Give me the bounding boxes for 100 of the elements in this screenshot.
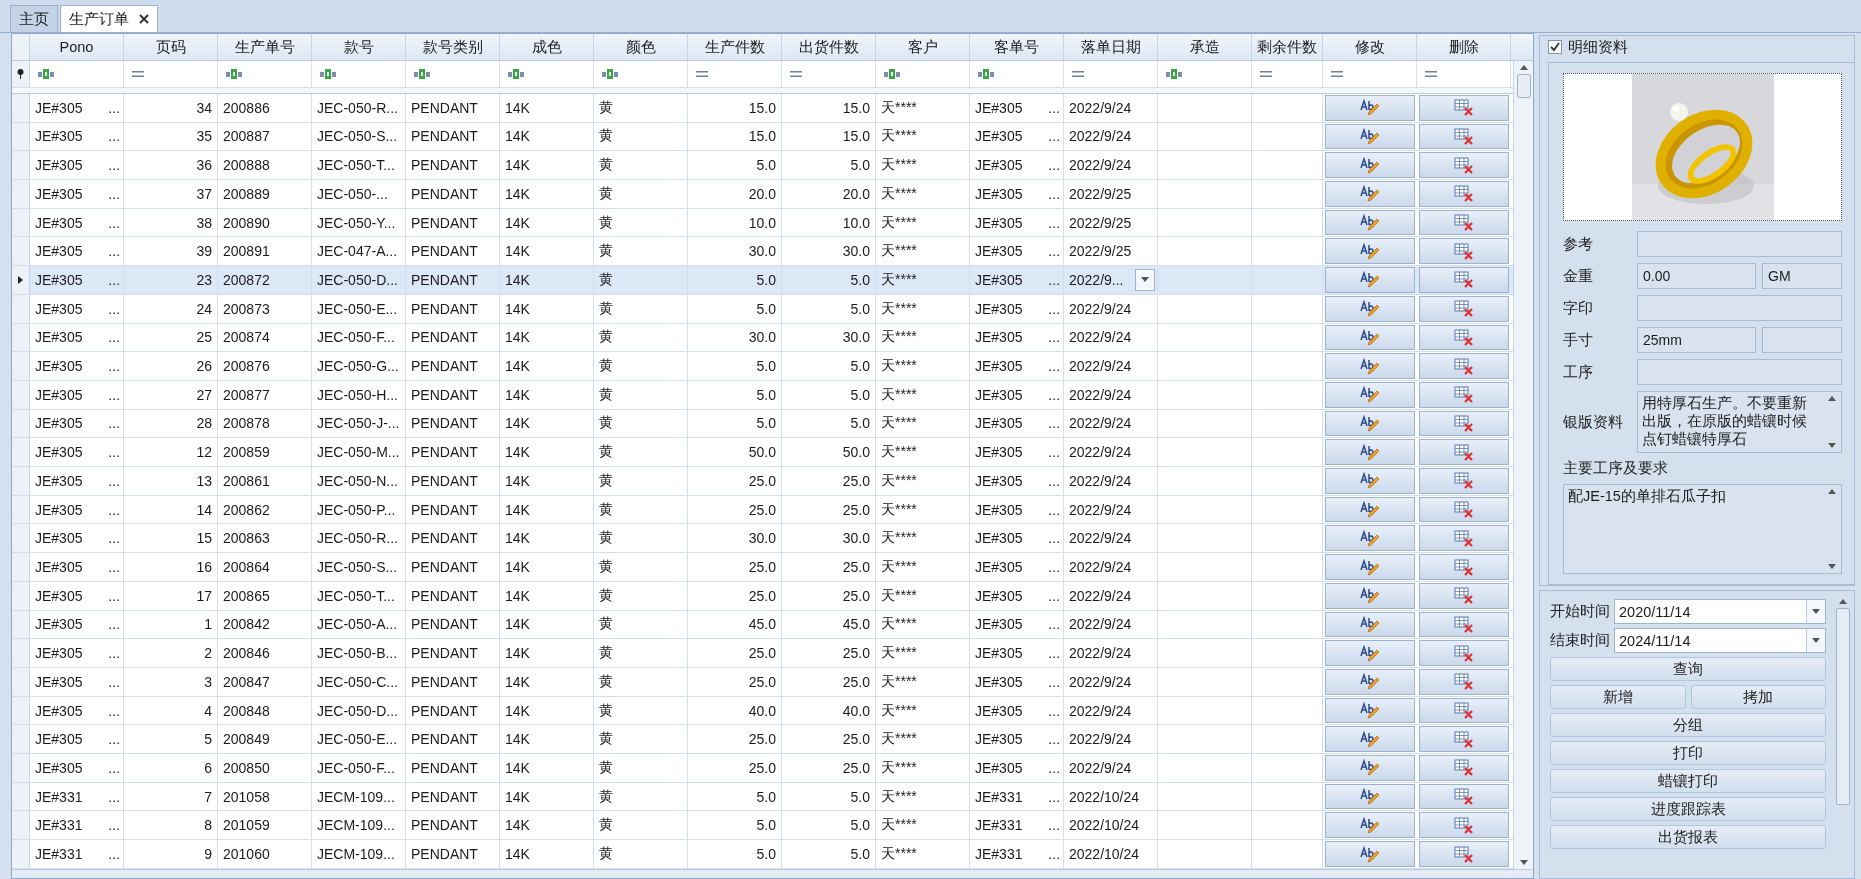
horizontal-scrollbar[interactable] — [12, 869, 1533, 878]
edit-button[interactable] — [1325, 324, 1415, 351]
action-button[interactable]: 分组 — [1550, 713, 1826, 737]
table-row[interactable]: JE#305 ... 12 200859 JEC-050-M... PENDANT 14K 黄 50.0 50.0 天**** JE#305 ... 2022/9/24 — [12, 438, 1513, 468]
scroll-up-icon[interactable] — [1828, 396, 1836, 401]
table-row[interactable]: JE#305 ... 23 200872 JEC-050-D... PENDANT 14K 黄 5.0 5.0 天**** JE#305 ... 2022/9... — [12, 266, 1513, 295]
table-row[interactable]: JE#305 ... 5 200849 JEC-050-E... PENDANT 14K 黄 25.0 25.0 天**** JE#305 ... 2022/9/24 — [12, 725, 1513, 755]
action-button[interactable]: 出货报表 — [1550, 825, 1826, 849]
table-row[interactable]: JE#305 ... 2 200846 JEC-050-B... PENDANT 14K 黄 25.0 25.0 天**** JE#305 ... 2022/9/24 — [12, 639, 1513, 668]
delete-button[interactable] — [1419, 640, 1509, 666]
tab[interactable]: 生产订单 — [60, 5, 158, 32]
column-header[interactable]: 成色 — [500, 34, 594, 60]
edit-button[interactable] — [1325, 783, 1415, 810]
column-header[interactable]: Pono — [30, 34, 124, 60]
delete-button[interactable] — [1419, 123, 1509, 150]
edit-button[interactable] — [1325, 267, 1415, 293]
delete-button[interactable] — [1419, 812, 1509, 839]
column-header[interactable]: 款号 — [312, 34, 406, 60]
delete-button[interactable] — [1419, 554, 1509, 580]
text-field[interactable] — [1637, 295, 1842, 321]
scrollbar[interactable] — [1513, 61, 1533, 869]
edit-button[interactable] — [1325, 525, 1415, 552]
column-header[interactable]: 承造 — [1158, 34, 1252, 60]
caret-down-icon[interactable] — [1812, 609, 1820, 614]
scroll-down-icon[interactable] — [1519, 860, 1528, 865]
delete-button[interactable] — [1419, 152, 1509, 178]
edit-button[interactable] — [1325, 697, 1415, 724]
text-field[interactable]: 25mm — [1637, 327, 1756, 353]
edit-button[interactable] — [1325, 468, 1415, 494]
edit-button[interactable] — [1325, 726, 1415, 753]
table-row[interactable]: JE#305 ... 39 200891 JEC-047-A... PENDANT 14K 黄 30.0 30.0 天**** JE#305 ... 2022/9/25 — [12, 237, 1513, 267]
column-header[interactable]: 落单日期 — [1064, 34, 1158, 60]
column-header[interactable]: 客户 — [876, 34, 970, 60]
unit-field[interactable] — [1762, 327, 1842, 353]
delete-button[interactable] — [1419, 238, 1509, 265]
caret-down-icon[interactable] — [1141, 277, 1149, 283]
column-header[interactable]: 页码 — [124, 34, 218, 60]
column-header[interactable]: 颜色 — [594, 34, 688, 60]
edit-button[interactable] — [1325, 94, 1415, 121]
tab[interactable]: 主页 — [10, 5, 58, 32]
edit-button[interactable] — [1325, 611, 1415, 638]
dropdown-button[interactable] — [1135, 268, 1155, 291]
edit-button[interactable] — [1325, 439, 1415, 466]
column-header[interactable]: 删除 — [1417, 34, 1511, 60]
column-header[interactable]: 修改 — [1323, 34, 1417, 60]
delete-button[interactable] — [1419, 410, 1509, 437]
delete-button[interactable] — [1419, 783, 1509, 810]
checkbox[interactable] — [1548, 40, 1562, 54]
table-row[interactable]: JE#305 ... 17 200865 JEC-050-T... PENDANT 14K 黄 25.0 25.0 天**** JE#305 ... 2022/9/24 — [12, 581, 1513, 611]
edit-button[interactable] — [1325, 841, 1415, 867]
text-field[interactable] — [1637, 231, 1842, 257]
text-field[interactable] — [1637, 359, 1842, 385]
delete-button[interactable] — [1419, 381, 1509, 408]
delete-button[interactable] — [1419, 295, 1509, 322]
delete-button[interactable] — [1419, 755, 1509, 781]
table-row[interactable]: JE#305 ... 35 200887 JEC-050-S... PENDANT 14K 黄 15.0 15.0 天**** JE#305 ... 2022/9/24 — [12, 122, 1513, 152]
edit-button[interactable] — [1325, 123, 1415, 150]
action-button[interactable]: 进度跟踪表 — [1550, 797, 1826, 821]
memo-field[interactable]: 用特厚石生产。不要重新出版，在原版的蜡镶时候点钉蜡镶特厚石 — [1637, 391, 1842, 453]
delete-button[interactable] — [1419, 209, 1509, 236]
delete-button[interactable] — [1419, 525, 1509, 552]
caret-down-icon[interactable] — [1812, 638, 1820, 643]
scroll-thumb[interactable] — [1516, 74, 1531, 98]
table-row[interactable]: JE#331 ... 9 201060 JECM-109... PENDANT 14K 黄 5.0 5.0 天**** JE#331 ... 2022/10/24 — [12, 840, 1513, 869]
table-row[interactable]: JE#305 ... 16 200864 JEC-050-S... PENDANT 14K 黄 25.0 25.0 天**** JE#305 ... 2022/9/24 — [12, 553, 1513, 582]
table-row[interactable]: JE#305 ... 34 200886 JEC-050-R... PENDANT 14K 黄 15.0 15.0 天**** JE#305 ... 2022/9/24 — [12, 93, 1513, 123]
action-button[interactable]: 查询 — [1550, 657, 1826, 681]
table-row[interactable]: JE#305 ... 3 200847 JEC-050-C... PENDANT 14K 黄 25.0 25.0 天**** JE#305 ... 2022/9/24 — [12, 667, 1513, 697]
scroll-down-icon[interactable] — [1828, 443, 1836, 448]
table-row[interactable]: JE#305 ... 26 200876 JEC-050-G... PENDANT 14K 黄 5.0 5.0 天**** JE#305 ... 2022/9/24 — [12, 352, 1513, 381]
column-header[interactable]: 出货件数 — [782, 34, 876, 60]
delete-button[interactable] — [1419, 582, 1509, 609]
table-row[interactable]: JE#305 ... 24 200873 JEC-050-E... PENDANT 14K 黄 5.0 5.0 天**** JE#305 ... 2022/9/24 — [12, 294, 1513, 324]
edit-button[interactable] — [1325, 668, 1415, 695]
action-button[interactable]: 打印 — [1550, 741, 1826, 765]
delete-button[interactable] — [1419, 726, 1509, 753]
table-row[interactable]: JE#305 ... 4 200848 JEC-050-D... PENDANT 14K 黄 40.0 40.0 天**** JE#305 ... 2022/9/24 — [12, 696, 1513, 726]
action-button[interactable]: 新增 — [1550, 685, 1686, 709]
edit-button[interactable] — [1325, 554, 1415, 580]
delete-button[interactable] — [1419, 496, 1509, 523]
column-header[interactable]: 款号类别 — [406, 34, 500, 60]
scroll-thumb[interactable] — [1836, 608, 1850, 805]
edit-button[interactable] — [1325, 152, 1415, 178]
table-row[interactable]: JE#331 ... 7 201058 JECM-109... PENDANT 14K 黄 5.0 5.0 天**** JE#331 ... 2022/10/24 — [12, 782, 1513, 812]
scroll-down-icon[interactable] — [1828, 564, 1836, 569]
table-row[interactable]: JE#305 ... 6 200850 JEC-050-F... PENDANT 14K 黄 25.0 25.0 天**** JE#305 ... 2022/9/24 — [12, 754, 1513, 783]
table-row[interactable]: JE#305 ... 36 200888 JEC-050-T... PENDANT 14K 黄 5.0 5.0 天**** JE#305 ... 2022/9/24 — [12, 151, 1513, 180]
delete-button[interactable] — [1419, 353, 1509, 379]
table-row[interactable]: JE#305 ... 28 200878 JEC-050-J-... PENDANT 14K 黄 5.0 5.0 天**** JE#305 ... 2022/9/24 — [12, 409, 1513, 439]
delete-button[interactable] — [1419, 181, 1509, 207]
edit-button[interactable] — [1325, 496, 1415, 523]
scroll-up-icon[interactable] — [1839, 599, 1847, 604]
column-header[interactable]: 生产件数 — [688, 34, 782, 60]
delete-button[interactable] — [1419, 668, 1509, 695]
delete-button[interactable] — [1419, 267, 1509, 293]
delete-button[interactable] — [1419, 439, 1509, 466]
close-icon[interactable] — [139, 14, 149, 24]
table-row[interactable]: JE#305 ... 15 200863 JEC-050-R... PENDANT 14K 黄 30.0 30.0 天**** JE#305 ... 2022/9/24 — [12, 524, 1513, 554]
action-button[interactable]: 拷加 — [1690, 685, 1826, 709]
action-button[interactable]: 蜡镶打印 — [1550, 769, 1826, 793]
